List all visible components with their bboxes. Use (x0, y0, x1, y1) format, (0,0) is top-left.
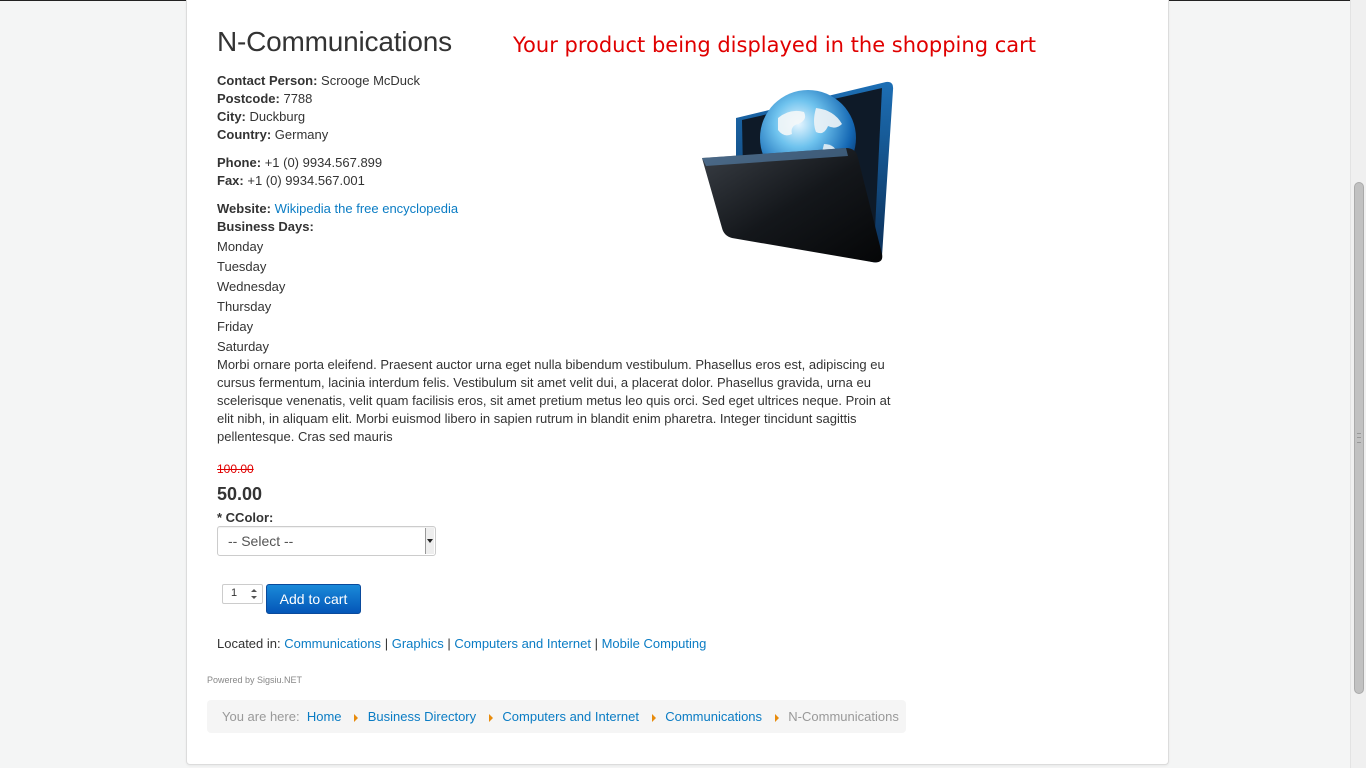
category-separator: | (594, 636, 598, 651)
phone-block: Phone: +1 (0) 9934.567.899 Fax: +1 (0) 9… (217, 154, 382, 190)
color-select[interactable]: -- Select -- (217, 526, 436, 556)
breadcrumb-arrow-icon (488, 713, 493, 722)
breadcrumb-arrow-icon (774, 713, 779, 722)
scrollbar-thumb[interactable] (1354, 182, 1364, 694)
website-link[interactable]: Wikipedia the free encyclopedia (275, 201, 459, 216)
country-value: Germany (274, 127, 329, 142)
postcode-label: Postcode: (217, 91, 280, 106)
country-row: Country: Germany (217, 126, 420, 144)
country-label: Country: (217, 127, 272, 142)
contact-person-value: Scrooge McDuck (321, 73, 421, 88)
city-row: City: Duckburg (217, 108, 420, 126)
breadcrumb-arrow-icon (354, 713, 359, 722)
vertical-scrollbar[interactable] (1350, 0, 1366, 768)
globe-folder-icon (696, 78, 902, 270)
phone-row: Phone: +1 (0) 9934.567.899 (217, 154, 382, 172)
website-block: Website: Wikipedia the free encyclopedia… (217, 200, 458, 236)
business-day: Wednesday (217, 279, 286, 294)
current-price: 50.00 (217, 484, 263, 504)
breadcrumb-current: N-Communications (788, 709, 899, 724)
postcode-value: 7788 (283, 91, 313, 106)
fax-value: +1 (0) 9934.567.001 (247, 173, 365, 188)
quantity-value: 1 (231, 587, 238, 599)
city-label: City: (217, 109, 246, 124)
category-link-computers-and-internet[interactable]: Computers and Internet (454, 636, 591, 651)
phone-label: Phone: (217, 155, 262, 170)
old-price: 100.00 (217, 462, 254, 476)
business-day: Monday (217, 239, 264, 254)
overlay-caption: Your product being displayed in the shop… (513, 33, 1036, 57)
business-day: Tuesday (217, 259, 267, 274)
category-separator: | (384, 636, 389, 651)
business-day: Friday (217, 319, 254, 334)
color-field-label: * CColor: (217, 510, 274, 525)
located-in-label: Located in: (217, 636, 281, 651)
breadcrumb-arrow-icon (651, 713, 656, 722)
breadcrumb-prefix: You are here: (222, 709, 300, 724)
city-value: Duckburg (249, 109, 306, 124)
breadcrumb: You are here: Home Business Directory Co… (207, 700, 906, 733)
business-days-label: Business Days: (217, 219, 314, 234)
business-day: Thursday (217, 299, 272, 314)
postcode-row: Postcode: 7788 (217, 90, 420, 108)
powered-by: Powered by Sigsiu.NET (207, 675, 303, 685)
contact-person-label: Contact Person: (217, 73, 318, 88)
chevron-down-icon[interactable] (425, 528, 434, 554)
contact-person-row: Contact Person: Scrooge McDuck (217, 72, 420, 90)
fax-label: Fax: (217, 173, 244, 188)
address-block: Contact Person: Scrooge McDuck Postcode:… (217, 72, 420, 144)
decrement-arrow-icon[interactable] (251, 596, 257, 599)
fax-row: Fax: +1 (0) 9934.567.001 (217, 172, 382, 190)
breadcrumb-home[interactable]: Home (307, 709, 342, 724)
color-select-value: -- Select -- (228, 533, 294, 549)
website-label: Website: (217, 201, 271, 216)
breadcrumb-business-directory[interactable]: Business Directory (368, 709, 476, 724)
phone-value: +1 (0) 9934.567.899 (264, 155, 383, 170)
category-link-graphics[interactable]: Graphics (392, 636, 444, 651)
category-link-mobile-computing[interactable]: Mobile Computing (602, 636, 707, 651)
scrollbar-grip-icon (1357, 433, 1361, 443)
business-day: Saturday (217, 339, 270, 354)
located-in: Located in: Communications | Graphics | … (217, 636, 706, 651)
page-title: N-Communications (217, 26, 452, 57)
breadcrumb-computers-and-internet[interactable]: Computers and Internet (502, 709, 639, 724)
add-to-cart-button[interactable]: Add to cart (266, 584, 361, 614)
category-separator: | (447, 636, 451, 651)
business-days-list: Monday Tuesday Wednesday Thursday Friday… (217, 237, 285, 357)
quantity-stepper[interactable]: 1 (222, 584, 263, 604)
breadcrumb-communications[interactable]: Communications (665, 709, 762, 724)
increment-arrow-icon[interactable] (251, 589, 257, 592)
website-row: Website: Wikipedia the free encyclopedia (217, 200, 458, 218)
category-link-communications[interactable]: Communications (284, 636, 381, 651)
listing-description: Morbi ornare porta eleifend. Praesent au… (217, 357, 891, 444)
